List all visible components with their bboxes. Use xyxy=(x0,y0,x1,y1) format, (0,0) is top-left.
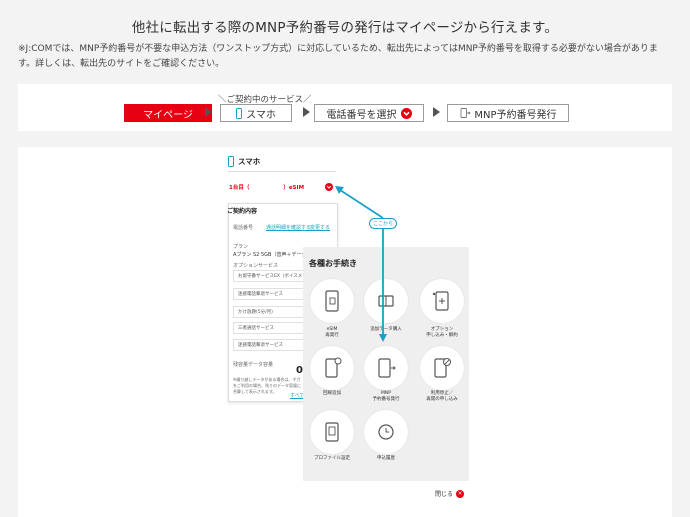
suspend-icon xyxy=(434,358,451,378)
procedure-profile-label: プロファイル設定 xyxy=(314,456,350,461)
procedures-title: 各種お手続き xyxy=(309,259,357,268)
procedure-profile xyxy=(310,410,354,454)
mock-line-label: 1台目（ ）eSIM xyxy=(229,183,304,191)
procedure-mnp-issue[interactable] xyxy=(364,346,408,390)
step-mypage: マイページ xyxy=(124,104,212,122)
chevron-down-icon xyxy=(400,107,412,119)
mock-data-usage-label: 残容量データ容量 xyxy=(233,362,274,368)
option-icon xyxy=(432,291,449,311)
arrow-right-icon xyxy=(205,107,212,117)
line-add-icon xyxy=(325,357,342,378)
procedure-suspend-label: 利用停止／ 再開の申し込み xyxy=(426,391,458,402)
step-select-number: 電話番号を選択 xyxy=(314,104,424,122)
step-smartphone-label: スマホ xyxy=(246,109,276,121)
mnp-icon xyxy=(460,108,472,118)
procedure-esim xyxy=(310,279,354,323)
panel-close: 閉じる × xyxy=(435,489,465,498)
procedure-esim-label: eSIM 再発行 xyxy=(325,327,339,338)
procedure-mnp-issue-label: MNP 予約番号発行 xyxy=(372,391,400,402)
profile-icon xyxy=(325,422,339,442)
mock-contract-title: ご契約内容 xyxy=(227,208,258,215)
onestop-note: ※J:COMでは、MNP予約番号が不要な申込方法（ワンストップ方式）に対応してい… xyxy=(18,44,658,69)
phone-icon xyxy=(236,107,243,119)
step-mnp-issue-label: MNP予約番号発行 xyxy=(474,109,557,121)
mock-row-label: プラン xyxy=(233,244,249,250)
mock-plan-value: Aプラン S2 5GB（音声＋データ） xyxy=(233,252,312,258)
history-icon xyxy=(378,424,394,440)
mock-line-label-end: ）eSIM xyxy=(283,185,305,191)
mock-option-label: オプションサービス xyxy=(233,263,279,269)
procedure-suspend xyxy=(420,346,464,390)
procedure-option xyxy=(420,279,464,323)
step-mnp-issue: MNP予約番号発行 xyxy=(447,104,569,122)
panel-close-label: 閉じる xyxy=(435,491,454,498)
close-icon: × xyxy=(456,489,465,498)
step-smartphone: スマホ xyxy=(220,104,292,122)
callout-here: ここから xyxy=(369,218,397,229)
step-mypage-label: マイページ xyxy=(143,109,193,121)
procedure-history-label: 申込履歴 xyxy=(377,456,395,461)
esim-icon xyxy=(325,290,339,312)
mock-line-label-start: 1台目（ xyxy=(229,185,250,191)
procedure-data-add xyxy=(364,279,408,323)
mock-detail-link: 通話明細を確認する xyxy=(266,225,312,231)
phone-icon xyxy=(228,156,234,167)
mnp-issue-icon xyxy=(378,358,396,378)
mock-line-chevron-icon xyxy=(325,183,333,191)
procedure-history xyxy=(364,410,408,454)
mock-data-usage-value: 0 xyxy=(296,365,303,376)
divider xyxy=(228,171,336,172)
procedure-option-label: オプション 申し込み・解約 xyxy=(426,327,458,338)
mock-row-label: 電話番号 xyxy=(233,225,254,231)
procedure-line-add xyxy=(310,346,354,390)
procedure-data-add-label: 追加データ購入 xyxy=(370,327,402,332)
arrow-right-icon xyxy=(303,107,310,117)
page-heading: 他社に転出する際のMNP予約番号の発行はマイページから行えます。 xyxy=(131,20,559,36)
mock-service-title-text: スマホ xyxy=(238,157,261,166)
arrow-right-icon xyxy=(433,107,440,117)
step-select-number-label: 電話番号を選択 xyxy=(326,109,397,121)
data-add-icon xyxy=(378,295,394,307)
mock-change-link: 変更する xyxy=(310,225,331,231)
procedure-line-add-label: 回線追加 xyxy=(323,391,341,396)
mock-service-title: スマホ xyxy=(228,156,260,167)
